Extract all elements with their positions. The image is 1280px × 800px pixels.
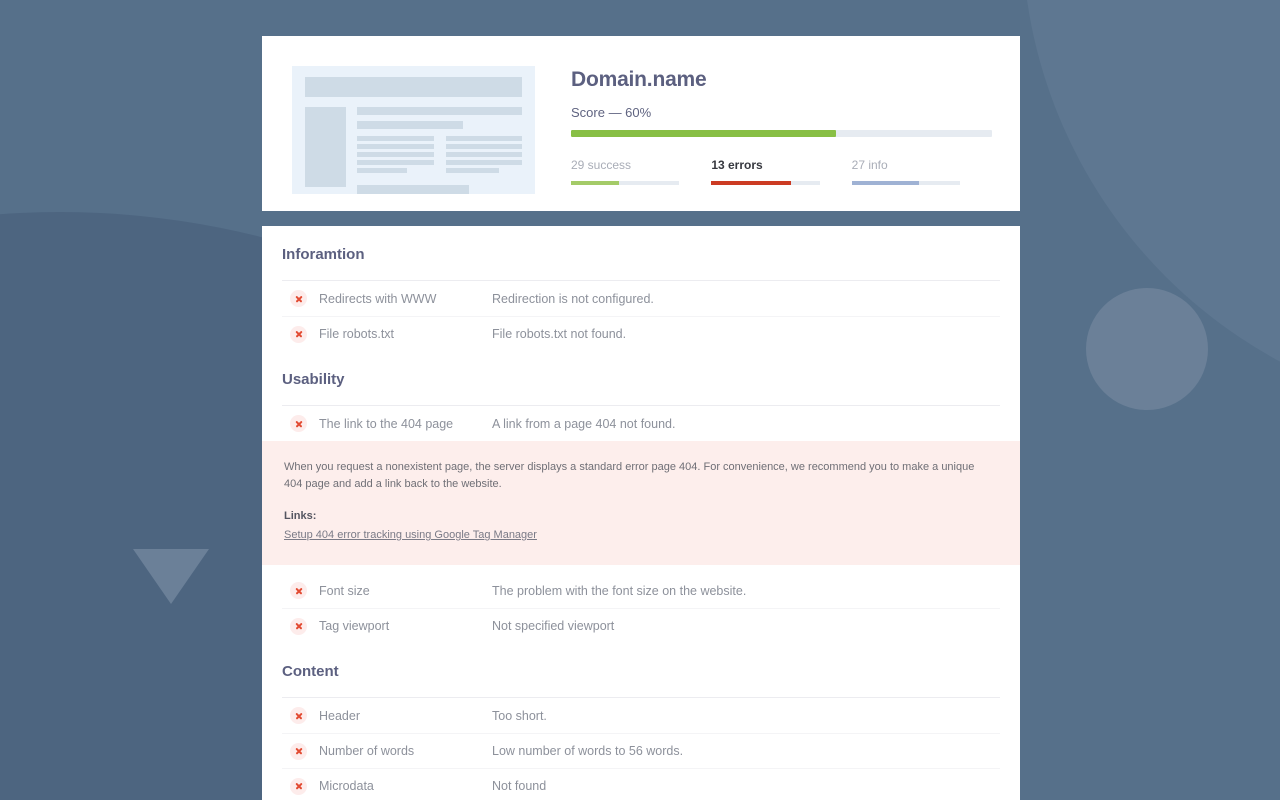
row-description: Too short. <box>492 708 547 723</box>
score-summary: Domain.name Score — 60% 29 success 13 er… <box>535 66 992 194</box>
row-description: Low number of words to 56 words. <box>492 744 684 759</box>
report-section-content: Content Header Too short. Number of word… <box>262 643 1020 800</box>
table-row[interactable]: Tag viewport Not specified viewport <box>282 608 1000 643</box>
detail-panel-link[interactable]: Setup 404 error tracking using Google Ta… <box>284 529 537 541</box>
detail-panel-text: When you request a nonexistent page, the… <box>284 461 975 491</box>
thumbnail-line <box>357 144 434 149</box>
report-section-inforamtion: Inforamtion Redirects with WWW Redirecti… <box>262 226 1020 351</box>
expanded-detail-panel: When you request a nonexistent page, the… <box>262 441 1020 566</box>
x-icon <box>290 290 307 307</box>
table-row[interactable]: Font size The problem with the font size… <box>282 573 1000 608</box>
thumbnail-text-column <box>445 136 522 176</box>
row-name: Number of words <box>319 744 415 759</box>
score-label: Score — 60% <box>571 105 652 120</box>
score-progress-bar <box>571 130 992 137</box>
thumbnail-line <box>357 121 463 129</box>
stat-errors-bar <box>711 181 820 185</box>
row-description: A link from a page 404 not found. <box>492 416 676 431</box>
thumbnail-line <box>445 152 522 157</box>
thumbnail-text-column <box>357 136 434 176</box>
stat-success-label: 29 success <box>571 158 632 172</box>
thumbnail-sidebar-block <box>305 107 346 187</box>
section-heading: Usability <box>282 371 345 388</box>
row-name: File robots.txt <box>319 327 395 341</box>
thumbnail-content-block <box>357 107 522 194</box>
stat-errors-label: 13 errors <box>711 158 763 172</box>
thumbnail-footer-block <box>357 185 470 194</box>
table-row[interactable]: Redirects with WWW Redirection is not co… <box>282 281 1000 316</box>
thumbnail-line <box>357 160 434 165</box>
row-description: The problem with the font size on the we… <box>492 583 747 598</box>
stat-info-label: 27 info <box>851 158 888 172</box>
x-icon <box>290 777 307 795</box>
row-name: Header <box>319 708 360 723</box>
thumbnail-line <box>445 136 522 141</box>
stat-errors[interactable]: 13 errors <box>711 158 851 185</box>
stat-info-bar <box>851 181 960 185</box>
stat-group: 29 success 13 errors 27 info <box>571 158 992 185</box>
table-row[interactable]: Microdata Not found <box>282 768 1000 800</box>
table-row[interactable]: Number of words Low number of words to 5… <box>282 733 1000 768</box>
thumbnail-line <box>357 168 408 173</box>
site-summary-card: Domain.name Score — 60% 29 success 13 er… <box>262 36 1020 211</box>
row-description: File robots.txt not found. <box>492 327 627 341</box>
section-heading: Content <box>282 663 339 681</box>
page-title: Domain.name <box>571 68 707 91</box>
stat-errors-fill <box>711 181 792 185</box>
score-progress-fill <box>571 130 837 137</box>
thumbnail-header-bar <box>305 77 522 97</box>
table-row[interactable]: The link to the 404 page A link from a p… <box>282 406 1000 441</box>
stat-success-bar <box>571 181 680 185</box>
x-icon <box>290 415 307 432</box>
x-icon <box>290 582 307 600</box>
stat-info[interactable]: 27 info <box>851 158 992 185</box>
report-section-usability: Usability The link to the 404 page A lin… <box>262 351 1020 643</box>
row-name: Font size <box>319 583 370 598</box>
thumbnail-line <box>445 168 500 173</box>
thumbnail-line <box>445 144 522 149</box>
stat-success[interactable]: 29 success <box>571 158 711 185</box>
row-description: Not found <box>492 779 547 794</box>
detail-panel-links-label: Links: <box>284 510 317 523</box>
row-name: Tag viewport <box>319 619 390 634</box>
row-name: Microdata <box>319 779 374 794</box>
thumbnail-line <box>357 107 522 115</box>
audit-report-card: Inforamtion Redirects with WWW Redirecti… <box>262 226 1020 800</box>
row-description: Not specified viewport <box>492 619 615 634</box>
x-icon <box>290 707 307 725</box>
x-icon <box>290 617 307 635</box>
table-row[interactable]: Header Too short. <box>282 698 1000 733</box>
thumbnail-line <box>445 160 522 165</box>
x-icon <box>290 742 307 760</box>
site-thumbnail-preview[interactable] <box>292 66 535 194</box>
section-heading: Inforamtion <box>282 246 365 263</box>
row-description: Redirection is not configured. <box>492 291 654 306</box>
x-icon <box>290 325 307 343</box>
page-stage: Domain.name Score — 60% 29 success 13 er… <box>0 0 1280 800</box>
stat-info-fill <box>851 181 919 185</box>
row-name: The link to the 404 page <box>319 416 454 431</box>
thumbnail-line <box>357 136 434 141</box>
table-row[interactable]: File robots.txt File robots.txt not foun… <box>282 316 1000 351</box>
thumbnail-line <box>357 152 434 157</box>
stat-success-fill <box>571 181 619 185</box>
row-name: Redirects with WWW <box>319 291 437 306</box>
